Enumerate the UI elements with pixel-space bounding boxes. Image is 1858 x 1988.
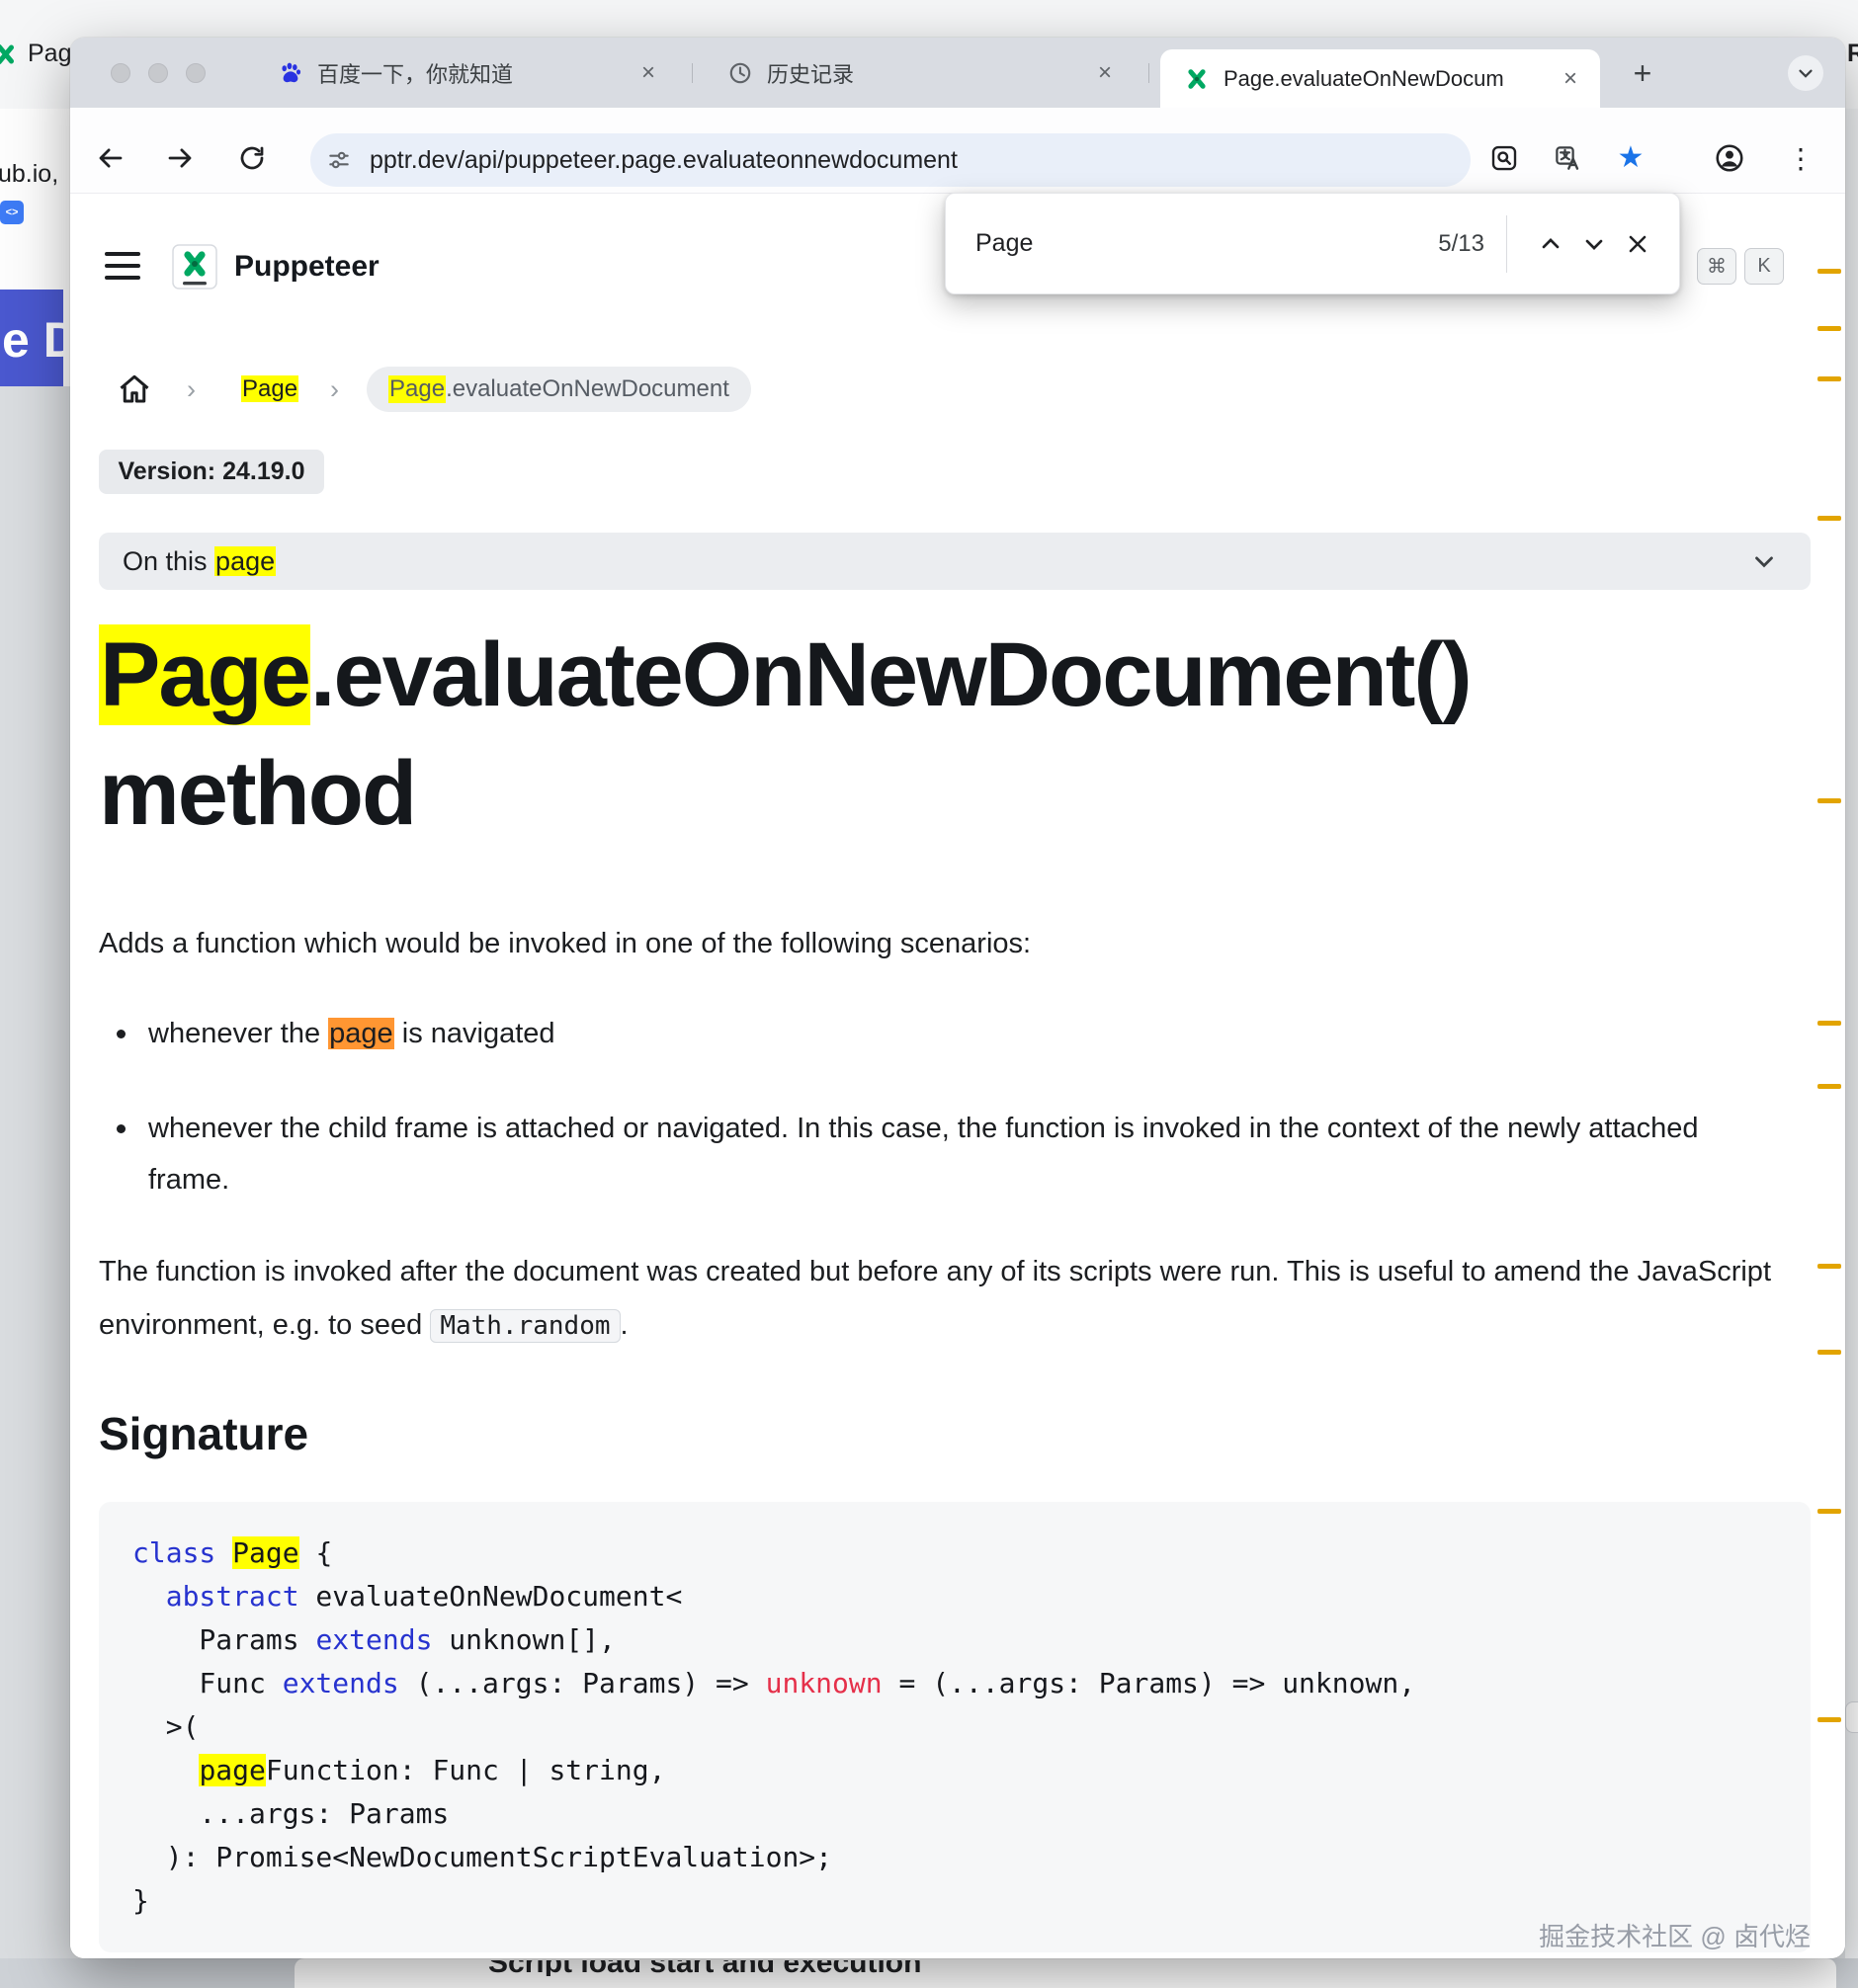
breadcrumb-separator: › xyxy=(330,374,339,404)
site-settings-icon xyxy=(329,151,349,169)
kbd-k-key[interactable]: K xyxy=(1744,248,1784,285)
tab-baidu[interactable]: 百度一下，你就知道 × xyxy=(254,38,678,108)
background-window-bottom: Script load start and execution xyxy=(0,1958,1858,1988)
bookmark-star-icon[interactable]: ★ xyxy=(1611,138,1650,178)
translate-glyph xyxy=(1556,146,1579,170)
browser-toolbar: pptr.dev/api/puppeteer.page.evaluateonne… xyxy=(70,108,1845,194)
home-breadcrumb-icon[interactable] xyxy=(117,372,152,407)
history-clock-icon xyxy=(729,62,751,83)
url-text[interactable]: pptr.dev/api/puppeteer.page.evaluateonne… xyxy=(370,146,958,175)
dots-glyph: ⋮ xyxy=(1787,142,1815,174)
tab-separator xyxy=(692,63,693,83)
tab-title: 历史记录 xyxy=(767,61,855,87)
profile-avatar-icon[interactable] xyxy=(1710,138,1749,178)
floating-widget-fragment xyxy=(1845,1701,1858,1733)
find-match-marker xyxy=(1817,798,1841,803)
intro-paragraph: Adds a function which would be invoked i… xyxy=(99,928,1032,959)
chevron-down-icon xyxy=(1799,69,1813,78)
forward-arrow-icon xyxy=(168,148,192,168)
tab-close-icon[interactable]: × xyxy=(634,59,662,87)
tab-separator xyxy=(1148,63,1149,83)
active-find-match: page xyxy=(328,1018,394,1049)
background-favicon-fragment xyxy=(0,43,14,65)
code-icon-fragment: <> xyxy=(0,201,24,224)
new-tab-button[interactable]: + xyxy=(1625,55,1660,91)
watermark: 掘金技术社区 @ 卤代烃 xyxy=(1539,1922,1811,1951)
reload-button[interactable] xyxy=(232,138,272,178)
find-match-marker xyxy=(1817,1350,1841,1355)
scenario-list: whenever the page is navigated whenever … xyxy=(99,1008,1779,1249)
background-url-fragment: ub.io, xyxy=(0,160,59,188)
find-match-count: 5/13 xyxy=(1438,229,1484,257)
tab-strip: 百度一下，你就知道 × 历史记录 × Page.evaluateOnNewDoc… xyxy=(70,38,1845,108)
person-icon xyxy=(1716,144,1743,172)
tab-title: Page.evaluateOnNewDocum xyxy=(1224,65,1504,91)
translate-icon[interactable] xyxy=(1548,138,1587,178)
find-next-button[interactable] xyxy=(1572,222,1616,266)
forward-button[interactable] xyxy=(160,138,200,178)
traffic-light-minimize[interactable] xyxy=(148,63,168,83)
tab-close-icon[interactable]: × xyxy=(1557,65,1584,93)
inline-code: Math.random xyxy=(430,1309,621,1343)
baidu-paw-icon xyxy=(282,62,301,82)
signature-heading: Signature xyxy=(99,1408,309,1459)
background-text-fragment: R xyxy=(1847,40,1858,67)
magnifier-icon xyxy=(1491,145,1517,171)
chevron-down-icon xyxy=(1585,239,1603,250)
sidebar-menu-button[interactable] xyxy=(105,246,148,286)
find-match-marker xyxy=(1817,1084,1841,1089)
find-query-input[interactable]: Page xyxy=(975,229,1033,258)
find-match-marker xyxy=(1817,1021,1841,1026)
browser-menu-icon[interactable]: ⋮ xyxy=(1781,138,1820,178)
brand-title[interactable]: Puppeteer xyxy=(234,250,380,284)
breadcrumb-current: Page .evaluateOnNewDocument xyxy=(367,367,751,412)
find-match-marker xyxy=(1817,1264,1841,1269)
back-arrow-icon xyxy=(99,148,123,168)
find-match-marker xyxy=(1817,269,1841,274)
tab-title: 百度一下，你就知道 xyxy=(317,61,514,87)
background-tab-title-fragment: Pag xyxy=(28,40,72,67)
puppeteer-icon xyxy=(1188,68,1206,89)
find-close-button[interactable] xyxy=(1616,222,1659,266)
breadcrumb-page-link[interactable]: Page xyxy=(241,375,299,403)
version-badge: Version: 24.19.0 xyxy=(99,450,324,494)
tab-history[interactable]: 历史记录 × xyxy=(704,38,1135,108)
traffic-light-zoom[interactable] xyxy=(186,63,206,83)
breadcrumb-separator: › xyxy=(187,374,196,404)
toc-label: On this page xyxy=(123,545,277,576)
close-icon xyxy=(1629,235,1647,252)
on-this-page-toggle[interactable]: On this page xyxy=(99,533,1811,590)
find-match-marker xyxy=(1817,376,1841,381)
page-title: Page.evaluateOnNewDocument() method xyxy=(99,624,1473,844)
find-previous-button[interactable] xyxy=(1529,222,1572,266)
find-in-page-icon[interactable] xyxy=(1484,138,1524,178)
chevron-down-icon xyxy=(1755,556,1773,568)
tab-puppeteer-active[interactable]: Page.evaluateOnNewDocum × xyxy=(1160,49,1600,108)
find-match-marker xyxy=(1817,516,1841,521)
find-match-marker xyxy=(1817,326,1841,331)
find-match-marker xyxy=(1817,1509,1841,1514)
find-match-marker xyxy=(1817,1717,1841,1722)
tab-search-button[interactable] xyxy=(1788,55,1823,91)
background-heading-fragment: Script load start and execution xyxy=(488,1960,1002,1976)
back-button[interactable] xyxy=(91,138,130,178)
address-bar[interactable]: pptr.dev/api/puppeteer.page.evaluateonne… xyxy=(310,133,1471,187)
description-paragraph: The function is invoked after the docume… xyxy=(99,1256,1771,1343)
puppeteer-logo[interactable] xyxy=(171,243,218,290)
tab-close-icon[interactable]: × xyxy=(1091,59,1119,87)
list-item: whenever the page is navigated xyxy=(99,1008,1779,1059)
find-divider xyxy=(1506,214,1507,273)
kbd-cmd-key[interactable]: ⌘ xyxy=(1697,248,1736,285)
traffic-light-close[interactable] xyxy=(111,63,130,83)
banner-text-fragment: e D xyxy=(2,312,63,368)
find-bar[interactable]: Page 5/13 xyxy=(945,193,1680,294)
docs-page: Puppeteer ⌘ K › Page › Page .evaluateOnNe… xyxy=(70,194,1845,1958)
background-blue-banner: e D xyxy=(0,290,63,386)
reload-icon xyxy=(240,146,264,170)
browser-window: 百度一下，你就知道 × 历史记录 × Page.evaluateOnNewDoc… xyxy=(70,38,1845,1958)
star-glyph: ★ xyxy=(1617,141,1645,174)
chevron-up-icon xyxy=(1542,237,1560,248)
list-item: whenever the child frame is attached or … xyxy=(99,1103,1779,1205)
signature-code: class Page { abstract evaluateOnNewDocum… xyxy=(99,1502,1811,1952)
